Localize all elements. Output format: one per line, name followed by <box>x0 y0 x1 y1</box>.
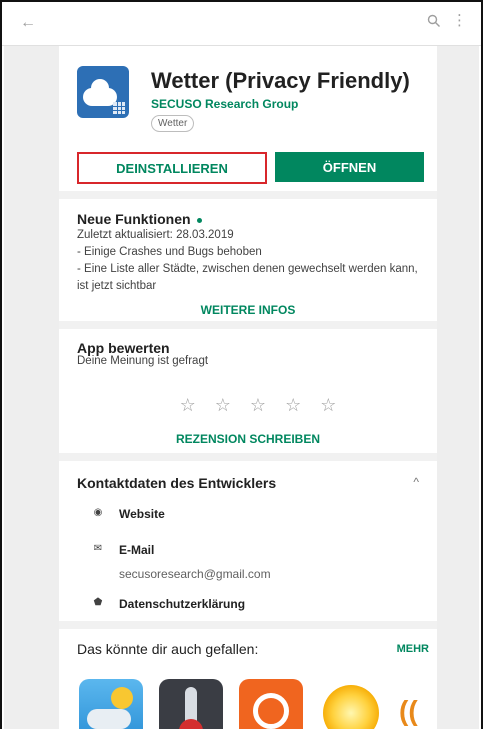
email-row[interactable]: ✉ E-Mail secusoresearch@gmail.com <box>91 543 271 581</box>
star-3-icon[interactable]: ☆ <box>250 395 266 416</box>
last-updated: Zuletzt aktualisiert: 28.03.2019 <box>77 229 234 241</box>
more-info-link[interactable]: WEITERE INFOS <box>77 303 419 317</box>
partial-app-icon[interactable]: (( <box>399 679 429 729</box>
mail-icon: ✉ <box>93 543 103 554</box>
sun-ring-icon <box>253 693 289 729</box>
rate-app-heading: App bewerten <box>77 340 170 356</box>
collapse-chevron-icon[interactable]: ^ <box>413 475 419 489</box>
search-icon[interactable] <box>427 14 441 33</box>
whats-new-heading-text: Neue Funktionen <box>77 211 191 227</box>
changelog-line-1: - Einige Crashes und Bugs behoben <box>77 246 262 258</box>
app-header: Wetter (Privacy Friendly) SECUSO Researc… <box>59 46 437 199</box>
category-chip[interactable]: Wetter <box>151 115 195 132</box>
suggestions-heading: Das könnte dir auch gefallen: <box>77 641 259 657</box>
shield-icon: ⬟ <box>93 597 103 608</box>
rate-app-subtitle: Deine Meinung ist gefragt <box>77 355 209 367</box>
star-4-icon[interactable]: ☆ <box>285 395 301 416</box>
star-rating: ☆ ☆ ☆ ☆ ☆ <box>77 395 419 416</box>
website-label: Website <box>119 507 165 521</box>
website-row[interactable]: ◉ Website <box>91 507 165 521</box>
open-button[interactable]: ÖFFNEN <box>275 152 424 182</box>
rate-app-section: App bewerten Deine Meinung ist gefragt ☆… <box>59 329 437 461</box>
contact-heading[interactable]: Kontaktdaten des Entwicklers <box>77 475 419 491</box>
uninstall-button[interactable]: DEINSTALLIEREN <box>77 152 267 184</box>
right-gutter <box>437 46 479 729</box>
back-arrow-icon[interactable]: ← <box>20 14 36 32</box>
email-address: secusoresearch@gmail.com <box>119 567 271 581</box>
more-link[interactable]: MEHR <box>397 643 429 655</box>
new-indicator-dot <box>196 217 202 223</box>
sun-app-icon[interactable] <box>239 679 303 729</box>
app-icon <box>77 66 129 118</box>
globe-icon: ◉ <box>93 507 103 518</box>
changelog-line-2: - Eine Liste aller Städte, zwischen dene… <box>77 263 418 292</box>
cloud-icon <box>83 79 117 106</box>
weather-app-icon[interactable] <box>79 679 143 729</box>
privacy-row[interactable]: ⬟ Datenschutzerklärung <box>91 597 245 611</box>
cloud-icon <box>87 709 131 729</box>
app-title: Wetter (Privacy Friendly) <box>151 68 410 93</box>
suggestions-section: Das könnte dir auch gefallen: MEHR (( <box>59 629 437 729</box>
sun-icon <box>111 687 133 709</box>
thermometer-app-icon[interactable] <box>159 679 223 729</box>
left-gutter <box>4 46 59 729</box>
thermometer-bulb <box>179 719 203 729</box>
star-2-icon[interactable]: ☆ <box>215 395 231 416</box>
sun-ball-icon <box>323 685 379 729</box>
sunshine-app-icon[interactable] <box>319 679 383 729</box>
suggested-apps-row: (( <box>79 679 429 729</box>
screen: ← ⋮ Wetter (Privacy Friendly) SECUSO Res… <box>0 0 483 729</box>
privacy-label: Datenschutzerklärung <box>119 597 246 611</box>
developer-link[interactable]: SECUSO Research Group <box>151 97 298 111</box>
star-1-icon[interactable]: ☆ <box>180 395 196 416</box>
developer-contact-section: Kontaktdaten des Entwicklers ^ ◉ Website… <box>59 461 437 629</box>
email-block: E-Mail secusoresearch@gmail.com <box>119 543 271 581</box>
app-details-card: Wetter (Privacy Friendly) SECUSO Researc… <box>59 46 437 729</box>
overflow-menu-icon[interactable]: ⋮ <box>452 12 467 30</box>
top-app-bar: ← ⋮ <box>2 2 481 46</box>
star-5-icon[interactable]: ☆ <box>320 395 336 416</box>
whats-new-section: Neue Funktionen Zuletzt aktualisiert: 28… <box>59 199 437 329</box>
whats-new-heading: Neue Funktionen <box>77 211 419 227</box>
email-label: E-Mail <box>119 543 155 557</box>
write-review-link[interactable]: REZENSION SCHREIBEN <box>77 432 419 446</box>
grid-icon <box>113 102 125 114</box>
